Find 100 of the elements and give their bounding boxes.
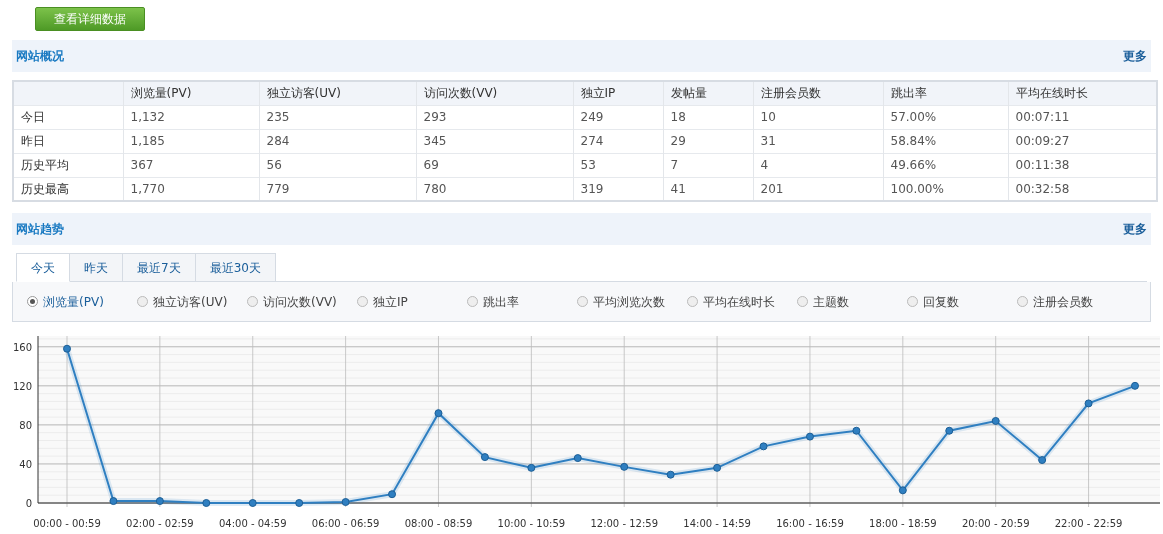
metric-radio[interactable]: 跳出率 <box>467 292 577 311</box>
table-cell: 4 <box>753 153 883 177</box>
data-point <box>109 497 118 506</box>
metric-radio[interactable]: 注册会员数 <box>1017 292 1127 311</box>
table-cell: 274 <box>573 129 663 153</box>
y-tick-label: 0 <box>25 498 32 509</box>
data-point <box>341 498 350 506</box>
table-cell: 00:07:11 <box>1008 105 1157 129</box>
metric-radio[interactable]: 访问次数(VV) <box>247 292 357 311</box>
x-tick-label: 20:00 - 20:59 <box>961 518 1030 528</box>
metric-radio[interactable]: 独立访客(UV) <box>137 292 247 311</box>
data-point <box>63 344 71 353</box>
data-point <box>527 463 536 472</box>
data-point <box>573 454 582 463</box>
row-header: 昨日 <box>13 129 123 153</box>
table-cell: 41 <box>663 177 753 201</box>
y-tick-label: 120 <box>12 380 32 392</box>
table-cell: 293 <box>416 105 573 129</box>
data-point <box>434 409 443 418</box>
data-point <box>666 470 675 479</box>
table-cell: 249 <box>573 105 663 129</box>
section-title: 网站概况 <box>16 48 64 65</box>
table-cell: 779 <box>259 177 416 201</box>
table-cell: 319 <box>573 177 663 201</box>
y-tick-label: 40 <box>19 458 32 470</box>
table-cell: 58.84% <box>883 129 1008 153</box>
data-point <box>898 486 907 495</box>
table-cell: 100.00% <box>883 177 1008 201</box>
metric-radio[interactable]: 独立IP <box>357 292 467 311</box>
x-tick-label: 06:00 - 06:59 <box>311 518 380 528</box>
column-header: 浏览量(PV) <box>130 86 192 101</box>
table-cell: 235 <box>259 105 416 129</box>
y-tick-label: 80 <box>19 419 32 431</box>
metric-radio[interactable]: 主题数 <box>797 292 907 311</box>
x-tick-label: 02:00 - 02:59 <box>126 518 194 528</box>
metric-radio[interactable]: 平均浏览次数 <box>577 292 687 311</box>
x-tick-label: 18:00 - 18:59 <box>869 518 937 528</box>
table-cell: 10 <box>753 105 883 129</box>
data-point <box>295 499 304 507</box>
metric-radio[interactable]: 浏览量(PV) <box>27 292 137 311</box>
data-point <box>759 442 768 451</box>
table-cell: 18 <box>663 105 753 129</box>
table-cell: 56 <box>259 153 416 177</box>
tab[interactable]: 昨天 <box>70 253 123 282</box>
data-point <box>991 417 1000 425</box>
tab[interactable]: 最近7天 <box>123 253 196 282</box>
table-cell: 201 <box>753 177 883 201</box>
column-header: 发帖量 <box>670 86 707 101</box>
column-header: 访问次数(VV) <box>423 86 498 101</box>
x-tick-label: 14:00 - 14:59 <box>683 518 751 528</box>
data-point <box>805 432 814 441</box>
data-point <box>713 463 722 472</box>
column-header: 注册会员数 <box>760 86 821 101</box>
more-link[interactable]: 更多 <box>1123 47 1147 65</box>
data-point <box>1038 456 1047 465</box>
data-point <box>155 497 164 506</box>
row-header: 今日 <box>13 105 123 129</box>
data-point <box>1084 399 1093 408</box>
column-header: 独立访客(UV) <box>266 86 341 101</box>
data-point <box>202 499 211 507</box>
table-cell: 53 <box>573 153 663 177</box>
table-cell: 49.66% <box>883 153 1008 177</box>
table-cell: 1,185 <box>123 129 259 153</box>
table-cell: 29 <box>663 129 753 153</box>
data-point <box>945 426 954 435</box>
tab[interactable]: 今天 <box>16 253 70 282</box>
table-cell: 367 <box>123 153 259 177</box>
data-point <box>852 426 861 435</box>
column-header: 跳出率 <box>890 86 927 101</box>
table-cell: 1,132 <box>123 105 259 129</box>
x-tick-label: 12:00 - 12:59 <box>590 518 658 528</box>
x-tick-label: 00:00 - 00:59 <box>33 518 101 528</box>
data-point <box>480 453 489 462</box>
data-point <box>248 499 257 507</box>
table-cell: 284 <box>259 129 416 153</box>
table-cell: 00:09:27 <box>1008 129 1157 153</box>
metric-radio[interactable]: 平均在线时长 <box>687 292 797 311</box>
x-tick-label: 16:00 - 16:59 <box>776 518 844 528</box>
row-header: 历史平均 <box>13 153 123 177</box>
data-point <box>1131 381 1139 390</box>
table-cell: 69 <box>416 153 573 177</box>
section-title: 网站趋势 <box>16 221 64 238</box>
table-cell: 00:11:38 <box>1008 153 1157 177</box>
tab[interactable]: 最近30天 <box>195 253 276 282</box>
table-cell: 780 <box>416 177 573 201</box>
table-cell: 7 <box>663 153 753 177</box>
table-cell: 1,770 <box>123 177 259 201</box>
y-tick-label: 160 <box>12 341 32 353</box>
table-cell: 31 <box>753 129 883 153</box>
column-header: 平均在线时长 <box>1015 86 1088 101</box>
data-point <box>388 490 397 499</box>
x-tick-label: 22:00 - 22:59 <box>1054 518 1123 528</box>
column-header: 独立IP <box>580 86 616 101</box>
x-tick-label: 10:00 - 10:59 <box>497 518 566 528</box>
table-cell: 57.00% <box>883 105 1008 129</box>
table-cell: 00:32:58 <box>1008 177 1157 201</box>
row-header: 历史最高 <box>13 177 123 201</box>
metric-radio[interactable]: 回复数 <box>907 292 1017 311</box>
more-link[interactable]: 更多 <box>1123 220 1147 238</box>
table-cell: 345 <box>416 129 573 153</box>
